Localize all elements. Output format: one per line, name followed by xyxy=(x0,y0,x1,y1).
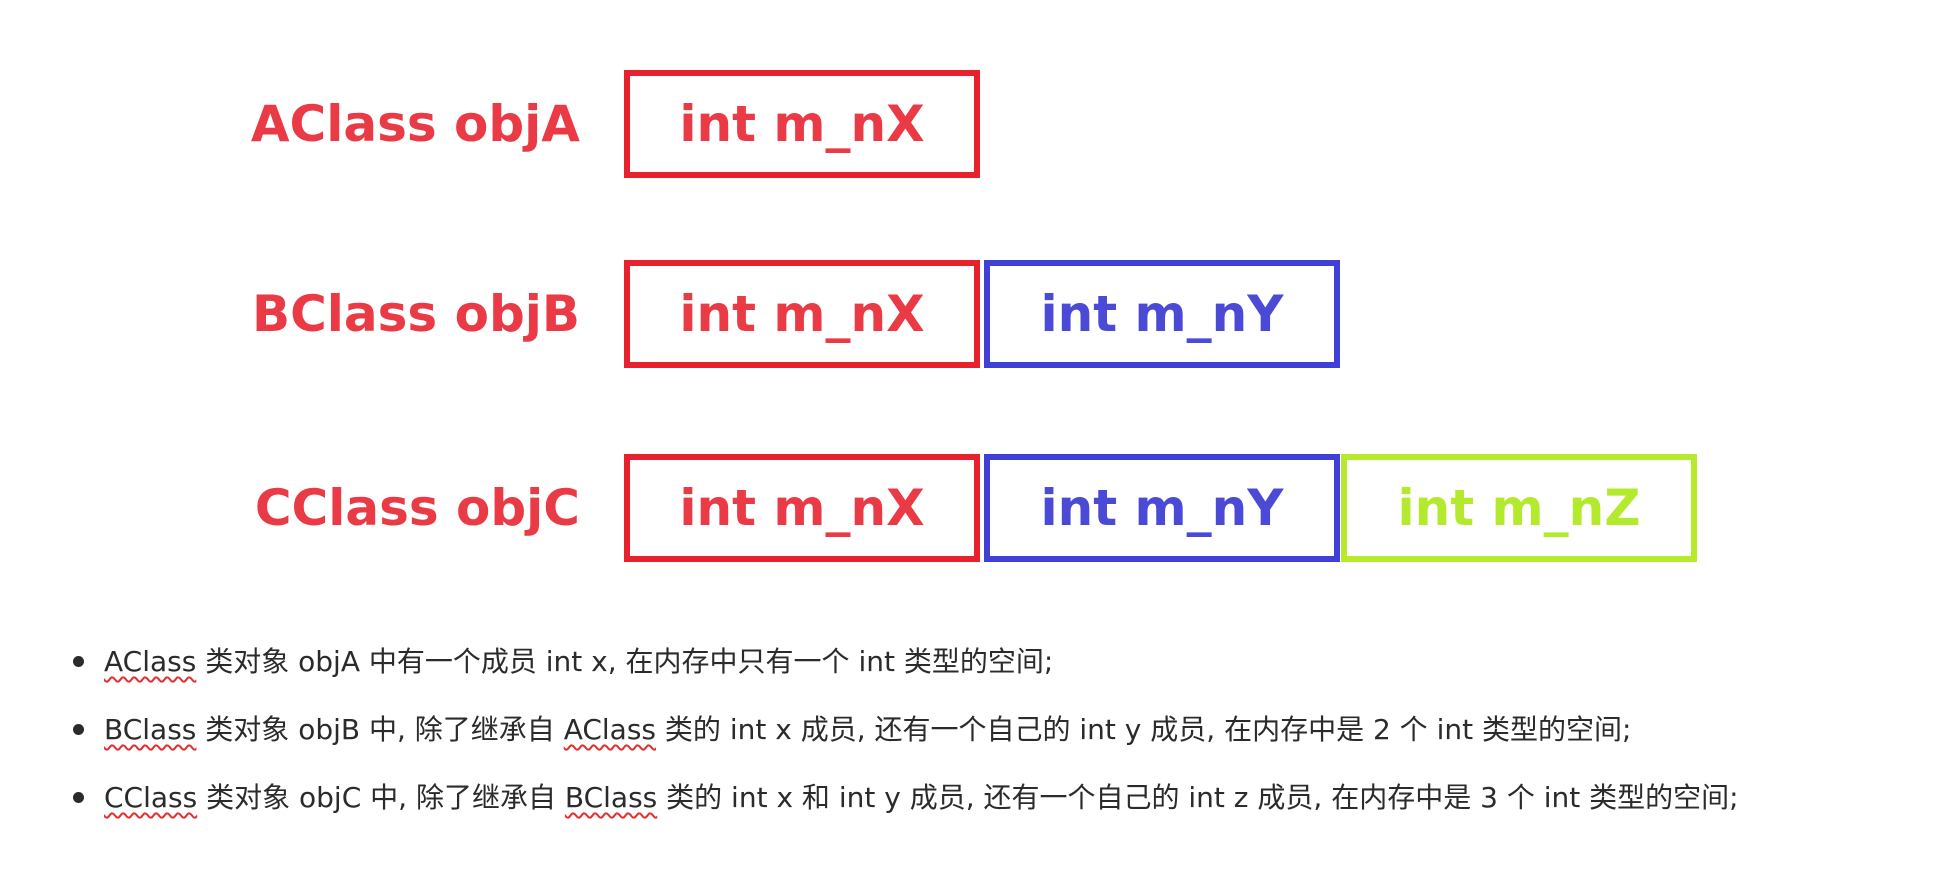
note-text: 类对象 objB 中, 除了继承自 xyxy=(196,713,564,746)
parent-class-name: AClass xyxy=(563,713,657,746)
objC-m_nZ-cell: int m_nZ xyxy=(1341,454,1697,562)
class-name: AClass xyxy=(104,645,197,678)
class-name: BClass xyxy=(104,713,197,746)
list-item: BClass 类对象 objB 中, 除了继承自 AClass 类的 int x… xyxy=(70,708,1950,776)
objB-m_nY-cell: int m_nY xyxy=(984,260,1340,368)
objB-row: BClass objB int m_nX int m_nY xyxy=(0,258,1960,378)
note-text: 类对象 objC 中, 除了继承自 xyxy=(197,781,565,814)
objB-label: BClass objB xyxy=(251,285,580,343)
objC-row: CClass objC int m_nX int m_nY int m_nZ xyxy=(0,452,1960,572)
list-item: AClass 类对象 objA 中有一个成员 int x, 在内存中只有一个 i… xyxy=(70,640,1950,708)
explanation-list: AClass 类对象 objA 中有一个成员 int x, 在内存中只有一个 i… xyxy=(70,640,1950,844)
objA-label: AClass objA xyxy=(250,95,580,153)
list-item: CClass 类对象 objC 中, 除了继承自 BClass 类的 int x… xyxy=(70,776,1950,844)
objC-label: CClass objC xyxy=(254,479,580,537)
note-text: 类的 int x 和 int y 成员, 还有一个自己的 int z 成员, 在… xyxy=(657,781,1739,814)
bullet-icon xyxy=(73,724,84,735)
objC-m_nX-cell: int m_nX xyxy=(624,454,980,562)
parent-class-name: BClass xyxy=(564,781,658,814)
objA-m_nX-cell: int m_nX xyxy=(624,70,980,178)
objA-row: AClass objA int m_nX xyxy=(0,68,1960,188)
bullet-icon xyxy=(73,656,84,667)
bullet-icon xyxy=(73,792,84,803)
objB-m_nX-cell: int m_nX xyxy=(624,260,980,368)
objC-m_nY-cell: int m_nY xyxy=(984,454,1340,562)
class-name: CClass xyxy=(104,781,198,814)
note-text: 类对象 objA 中有一个成员 int x, 在内存中只有一个 int 类型的空… xyxy=(196,645,1054,678)
note-text: 类的 int x 成员, 还有一个自己的 int y 成员, 在内存中是 2 个… xyxy=(656,713,1632,746)
